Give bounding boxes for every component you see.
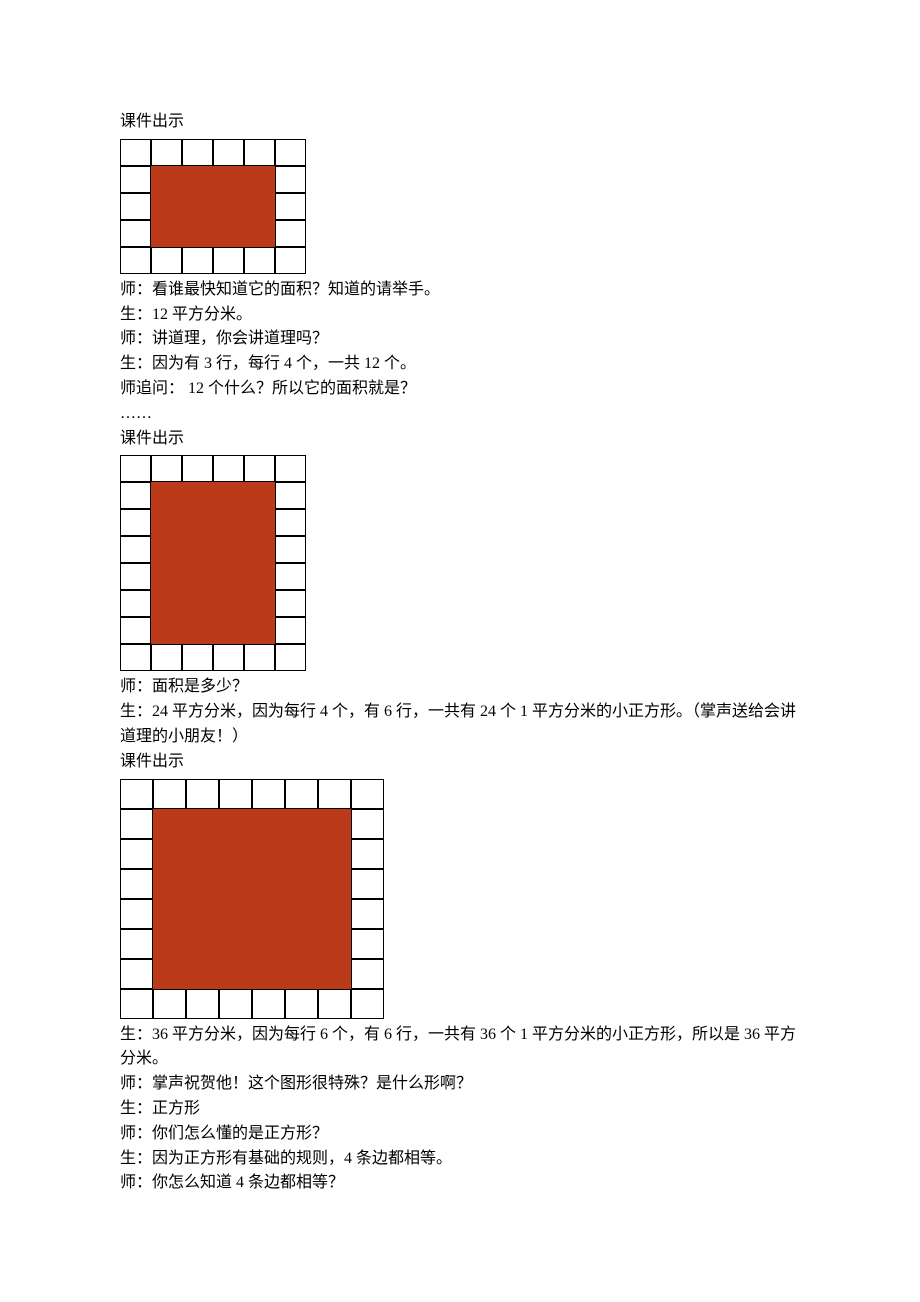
grid-diagram-6x6 bbox=[120, 779, 384, 1019]
empty-cell bbox=[120, 536, 151, 563]
empty-cell bbox=[252, 779, 285, 809]
empty-cell bbox=[182, 139, 213, 166]
empty-cell bbox=[182, 644, 213, 671]
filled-rectangle bbox=[153, 809, 351, 989]
empty-cell bbox=[120, 839, 153, 869]
empty-cell bbox=[120, 899, 153, 929]
empty-cell bbox=[120, 139, 151, 166]
empty-cell bbox=[244, 139, 275, 166]
empty-cell bbox=[120, 959, 153, 989]
dialogue-line: 生：因为有 3 行，每行 4 个，一共 12 个。 bbox=[120, 352, 800, 377]
empty-cell bbox=[275, 617, 306, 644]
empty-cell bbox=[351, 929, 384, 959]
empty-cell bbox=[186, 779, 219, 809]
empty-cell bbox=[120, 509, 151, 536]
grid-diagram-4x3 bbox=[120, 139, 306, 274]
empty-cell bbox=[351, 959, 384, 989]
empty-cell bbox=[351, 839, 384, 869]
empty-cell bbox=[120, 563, 151, 590]
dialogue-line: 师：你们怎么懂的是正方形？ bbox=[120, 1122, 800, 1147]
dialogue-line: 师追问： 12 个什么？所以它的面积就是？ bbox=[120, 377, 800, 402]
empty-cell bbox=[275, 563, 306, 590]
dialogue-line: 生：24 平方分米，因为每行 4 个，有 6 行，一共有 24 个 1 平方分米… bbox=[120, 700, 800, 750]
empty-cell bbox=[120, 989, 153, 1019]
section-heading-1: 课件出示 bbox=[120, 110, 800, 135]
empty-cell bbox=[351, 809, 384, 839]
empty-cell bbox=[151, 644, 182, 671]
dialogue-line: 生：正方形 bbox=[120, 1097, 800, 1122]
empty-cell bbox=[151, 455, 182, 482]
empty-cell bbox=[351, 899, 384, 929]
empty-cell bbox=[275, 644, 306, 671]
empty-cell bbox=[244, 644, 275, 671]
empty-cell bbox=[120, 617, 151, 644]
empty-cell bbox=[318, 779, 351, 809]
empty-cell bbox=[120, 455, 151, 482]
empty-cell bbox=[151, 247, 182, 274]
empty-cell bbox=[120, 929, 153, 959]
empty-cell bbox=[219, 989, 252, 1019]
empty-cell bbox=[275, 166, 306, 193]
empty-cell bbox=[153, 779, 186, 809]
empty-cell bbox=[318, 989, 351, 1019]
empty-cell bbox=[213, 644, 244, 671]
empty-cell bbox=[120, 644, 151, 671]
empty-cell bbox=[182, 247, 213, 274]
dialogue-line: 师：面积是多少？ bbox=[120, 675, 800, 700]
empty-cell bbox=[285, 779, 318, 809]
dialogue-line: 师：你怎么知道 4 条边都相等？ bbox=[120, 1171, 800, 1196]
dialogue-line: 生：因为正方形有基础的规则，4 条边都相等。 bbox=[120, 1147, 800, 1172]
dialogue-line: 生：12 平方分米。 bbox=[120, 303, 800, 328]
empty-cell bbox=[275, 193, 306, 220]
section-heading-2: 课件出示 bbox=[120, 427, 800, 452]
empty-cell bbox=[275, 220, 306, 247]
empty-cell bbox=[351, 779, 384, 809]
empty-cell bbox=[153, 989, 186, 1019]
grid-diagram-4x6 bbox=[120, 455, 306, 671]
empty-cell bbox=[213, 139, 244, 166]
empty-cell bbox=[120, 247, 151, 274]
empty-cell bbox=[244, 247, 275, 274]
empty-cell bbox=[351, 869, 384, 899]
dialogue-line: …… bbox=[120, 402, 800, 427]
empty-cell bbox=[182, 455, 213, 482]
empty-cell bbox=[120, 193, 151, 220]
empty-cell bbox=[252, 989, 285, 1019]
empty-cell bbox=[213, 455, 244, 482]
empty-cell bbox=[120, 590, 151, 617]
empty-cell bbox=[275, 590, 306, 617]
dialogue-line: 生：36 平方分米，因为每行 6 个，有 6 行，一共有 36 个 1 平方分米… bbox=[120, 1023, 800, 1073]
empty-cell bbox=[120, 482, 151, 509]
empty-cell bbox=[213, 247, 244, 274]
empty-cell bbox=[120, 809, 153, 839]
empty-cell bbox=[120, 220, 151, 247]
empty-cell bbox=[285, 989, 318, 1019]
empty-cell bbox=[275, 139, 306, 166]
empty-cell bbox=[120, 779, 153, 809]
empty-cell bbox=[275, 509, 306, 536]
filled-rectangle bbox=[151, 166, 275, 247]
empty-cell bbox=[186, 989, 219, 1019]
empty-cell bbox=[275, 247, 306, 274]
dialogue-line: 师：讲道理，你会讲道理吗？ bbox=[120, 327, 800, 352]
empty-cell bbox=[120, 869, 153, 899]
empty-cell bbox=[120, 166, 151, 193]
empty-cell bbox=[275, 455, 306, 482]
dialogue-line: 师：看谁最快知道它的面积？知道的请举手。 bbox=[120, 278, 800, 303]
empty-cell bbox=[151, 139, 182, 166]
empty-cell bbox=[275, 482, 306, 509]
empty-cell bbox=[244, 455, 275, 482]
filled-rectangle bbox=[151, 482, 275, 644]
empty-cell bbox=[351, 989, 384, 1019]
dialogue-line: 师：掌声祝贺他！这个图形很特殊？是什么形啊？ bbox=[120, 1072, 800, 1097]
section-heading-3: 课件出示 bbox=[120, 750, 800, 775]
empty-cell bbox=[275, 536, 306, 563]
empty-cell bbox=[219, 779, 252, 809]
